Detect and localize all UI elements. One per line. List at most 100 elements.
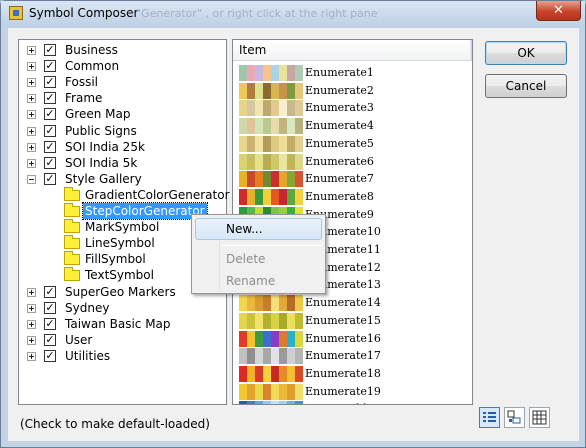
list-item[interactable]: Enumerate7: [233, 170, 472, 188]
expand-icon[interactable]: [27, 62, 36, 72]
default-load-checkbox[interactable]: ✓: [44, 172, 56, 185]
expand-icon[interactable]: [27, 303, 36, 313]
tree-item-label: TextSymbol: [85, 268, 154, 283]
column-header-item[interactable]: Item: [233, 40, 471, 60]
color-ramp-swatch: [239, 118, 303, 135]
tree-item[interactable]: ✓ Business: [19, 42, 226, 58]
tree-item-label: MarkSymbol: [85, 220, 160, 235]
tree-item-label: Frame: [65, 91, 103, 106]
tree-item[interactable]: ✓ Frame: [19, 90, 226, 106]
default-load-checkbox[interactable]: ✓: [44, 285, 56, 298]
close-button[interactable]: ✕: [536, 1, 581, 21]
color-ramp-swatch: [239, 82, 303, 99]
list-header: Item: [233, 40, 472, 61]
folder-icon: [64, 219, 80, 234]
tree-item-label: FillSymbol: [85, 252, 146, 267]
default-load-checkbox[interactable]: ✓: [44, 156, 56, 169]
default-load-checkbox[interactable]: ✓: [44, 349, 56, 362]
folder-icon: [64, 267, 80, 282]
color-ramp-swatch: [239, 365, 303, 382]
list-item[interactable]: supergis blue: [233, 400, 472, 404]
default-load-checkbox[interactable]: ✓: [44, 108, 56, 121]
expand-icon[interactable]: [27, 351, 36, 361]
list-item[interactable]: Enumerate17: [233, 347, 472, 365]
tree-item[interactable]: ✓ SOI India 5k: [19, 155, 226, 171]
default-load-checkbox[interactable]: ✓: [44, 317, 56, 330]
expand-icon[interactable]: [27, 126, 36, 136]
color-ramp-swatch: [239, 100, 303, 117]
grid-view-button[interactable]: [529, 407, 550, 428]
tree-item[interactable]: ✓ SOI India 25k: [19, 139, 226, 155]
tree-item[interactable]: GradientColorGenerator: [19, 186, 230, 203]
tree-item[interactable]: ✓ Style Gallery: [19, 171, 226, 187]
list-item[interactable]: Enumerate18: [233, 365, 472, 383]
color-ramp-swatch: [239, 312, 303, 329]
tree-item[interactable]: ✓ Green Map: [19, 106, 226, 122]
list-view-button[interactable]: [479, 407, 500, 428]
color-ramp-swatch: [239, 383, 303, 400]
folder-icon: [64, 235, 80, 250]
expand-icon[interactable]: [27, 158, 36, 168]
expand-icon[interactable]: [27, 94, 36, 104]
tree-item[interactable]: ✓ User: [19, 332, 226, 348]
list-item[interactable]: Enumerate3: [233, 99, 472, 117]
cancel-button[interactable]: Cancel: [485, 74, 567, 98]
list-item[interactable]: Enumerate14: [233, 294, 472, 312]
list-item[interactable]: Enumerate2: [233, 82, 472, 100]
default-load-checkbox[interactable]: ✓: [44, 301, 56, 314]
list-item-label: supergis blue: [305, 401, 380, 404]
list-item-label: Enumerate14: [305, 296, 381, 310]
list-item[interactable]: Enumerate6: [233, 153, 472, 171]
default-load-checkbox[interactable]: ✓: [44, 76, 56, 89]
tree-item-label: Common: [65, 59, 120, 74]
title-bar[interactable]: Symbol Composer "Generator" , or right c…: [1, 1, 585, 27]
grid-view-icon: [532, 410, 547, 425]
tree-item-label: Business: [65, 43, 118, 57]
tree-item[interactable]: ✓ Sydney: [19, 300, 226, 316]
list-item-label: Enumerate8: [305, 189, 374, 203]
ok-button[interactable]: OK: [485, 41, 567, 65]
tree-item[interactable]: ✓ Utilities: [19, 348, 226, 364]
color-ramp-swatch: [239, 65, 303, 81]
default-load-checkbox[interactable]: ✓: [44, 140, 56, 153]
expand-icon[interactable]: [27, 319, 36, 329]
tree-item-label: Style Gallery: [65, 171, 142, 186]
expand-icon[interactable]: [27, 335, 36, 345]
tree-item-label: SuperGeo Markers: [65, 284, 176, 299]
list-item[interactable]: Enumerate19: [233, 383, 472, 401]
list-item[interactable]: Enumerate4: [233, 117, 472, 135]
list-item[interactable]: Enumerate15: [233, 312, 472, 330]
default-load-checkbox[interactable]: ✓: [44, 44, 56, 56]
detail-view-button[interactable]: [504, 407, 525, 428]
tree-item-label: SOI India 25k: [65, 139, 145, 154]
folder-icon: [64, 186, 80, 201]
tree-item-label: GradientColorGenerator: [85, 187, 230, 202]
expand-icon[interactable]: [27, 78, 36, 88]
expand-icon[interactable]: [27, 142, 36, 152]
list-item[interactable]: Enumerate8: [233, 188, 472, 206]
expand-icon[interactable]: [27, 110, 36, 120]
tree-item[interactable]: ✓ Common: [19, 58, 226, 74]
default-load-checkbox[interactable]: ✓: [44, 92, 56, 105]
background-text: "Generator" , or right click at the righ…: [136, 7, 378, 20]
list-item[interactable]: Enumerate16: [233, 330, 472, 348]
expand-icon[interactable]: [27, 287, 36, 297]
default-load-checkbox[interactable]: ✓: [44, 333, 56, 346]
list-item[interactable]: Enumerate5: [233, 135, 472, 153]
expand-icon[interactable]: [27, 46, 36, 55]
list-item-label: Enumerate4: [305, 119, 374, 133]
menu-item-new[interactable]: New...: [195, 218, 322, 240]
menu-item-delete[interactable]: Delete: [195, 248, 322, 270]
default-load-checkbox[interactable]: ✓: [44, 124, 56, 137]
tree-item[interactable]: ✓ Taiwan Basic Map: [19, 316, 226, 332]
tree-item[interactable]: ✓ Public Signs: [19, 123, 226, 139]
list-item-label: Enumerate19: [305, 384, 381, 398]
list-item-label: Enumerate3: [305, 101, 374, 115]
menu-item-rename[interactable]: Rename: [195, 270, 322, 292]
list-item[interactable]: Enumerate1: [233, 64, 472, 82]
collapse-icon[interactable]: [27, 174, 36, 184]
default-loaded-hint: (Check to make default-loaded): [20, 417, 210, 431]
tree-item[interactable]: ✓ Fossil: [19, 74, 226, 90]
folder-icon: [64, 203, 80, 217]
default-load-checkbox[interactable]: ✓: [44, 60, 56, 73]
